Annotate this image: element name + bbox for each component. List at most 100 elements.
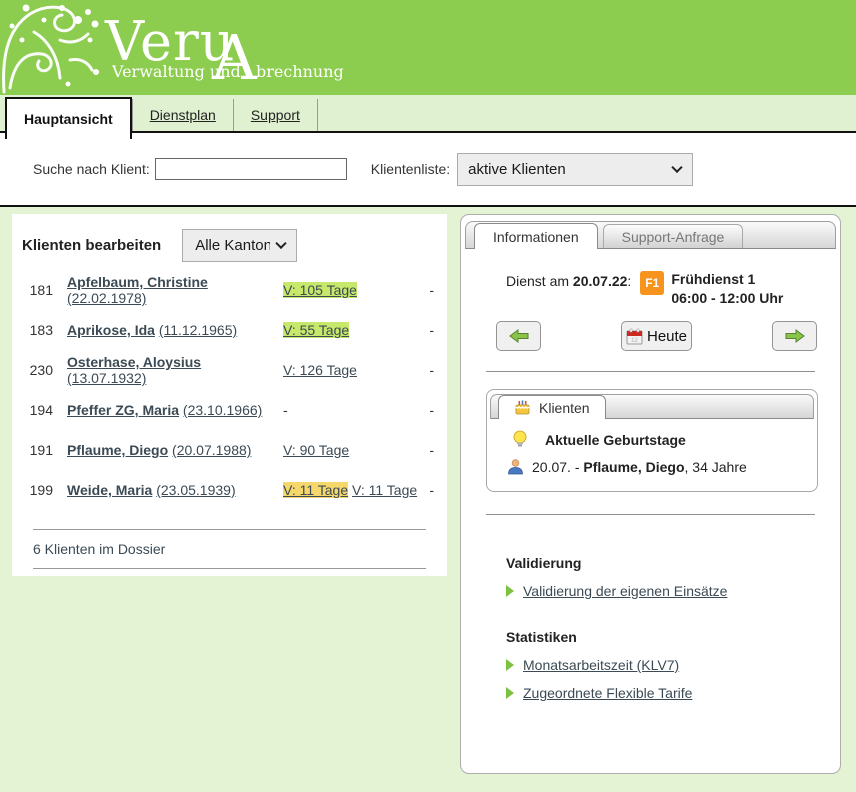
table-row: 199 Weide, Maria (23.05.1939) V: 11 Tage… bbox=[12, 470, 447, 510]
vacation-days-link[interactable]: V: 11 Tage bbox=[283, 482, 348, 498]
shift-name: Frühdienst 1 bbox=[671, 270, 783, 289]
table-row: 183 Aprikose, Ida (11.12.1965) V: 55 Tag… bbox=[12, 310, 447, 350]
table-row: 191 Pflaume, Diego (20.07.1988) V: 90 Ta… bbox=[12, 430, 447, 470]
statistics-link-row: Zugeordnete Flexible Tarife bbox=[506, 685, 692, 701]
today-button[interactable]: 12 Heute bbox=[621, 321, 692, 351]
client-id: 194 bbox=[12, 402, 53, 418]
info-panel: Informationen Support-Anfrage Dienst am … bbox=[460, 214, 841, 774]
client-dob-link[interactable]: (11.12.1965) bbox=[159, 322, 237, 338]
validation-link[interactable]: Validierung der eigenen Einsätze bbox=[523, 583, 727, 599]
table-row: 194 Pfeffer ZG, Maria (23.10.1966) - - bbox=[12, 390, 447, 430]
logo-subtitle-right: brechnung bbox=[256, 62, 344, 81]
validation-title: Validierung bbox=[506, 555, 727, 571]
tab-hauptansicht[interactable]: Hauptansicht bbox=[5, 97, 132, 139]
divider bbox=[486, 371, 815, 372]
client-list-select[interactable]: aktive Klienten bbox=[457, 153, 693, 186]
client-dob-link[interactable]: (23.10.1966) bbox=[183, 402, 262, 418]
client-list: 181 Apfelbaum, Christine (22.02.1978) V:… bbox=[12, 270, 447, 510]
shift-badge: F1 bbox=[640, 271, 664, 295]
client-dob-link[interactable]: (13.07.1932) bbox=[67, 370, 146, 386]
duty-date: 20.07.22 bbox=[573, 273, 628, 289]
client-dob-link[interactable]: (23.05.1939) bbox=[156, 482, 235, 498]
logo-letter-a: A bbox=[212, 21, 257, 94]
client-name-link[interactable]: Osterhase, Aloysius bbox=[67, 354, 201, 370]
tab-label: Hauptansicht bbox=[24, 111, 113, 127]
vacation-days-link[interactable]: V: 55 Tage bbox=[283, 322, 349, 338]
tab-label: Dienstplan bbox=[150, 107, 216, 123]
duty-label: Dienst am bbox=[506, 273, 569, 289]
main-tab-bar: Hauptansicht Dienstplan Support bbox=[0, 95, 856, 133]
tab-support-anfrage[interactable]: Support-Anfrage bbox=[603, 224, 744, 248]
client-right-value: - bbox=[425, 322, 447, 338]
content-area: Klienten bearbeiten Alle Kantone 181 Apf… bbox=[0, 207, 856, 792]
arrow-right-icon bbox=[785, 329, 805, 343]
client-id: 191 bbox=[12, 442, 53, 458]
statistics-section: Statistiken Monatsarbeitszeit (KLV7) Zug… bbox=[506, 629, 692, 701]
triangle-bullet-icon bbox=[506, 659, 514, 671]
duty-info-row: Dienst am 20.07.22: F1 Frühdienst 1 06:0… bbox=[506, 270, 783, 308]
arrow-left-icon bbox=[509, 329, 529, 343]
birthdays-title-row: Aktuelle Geburtstage bbox=[512, 430, 686, 449]
client-id: 183 bbox=[12, 322, 53, 338]
tab-informationen[interactable]: Informationen bbox=[474, 223, 598, 249]
flexible-tariffs-link[interactable]: Zugeordnete Flexible Tarife bbox=[523, 685, 692, 701]
client-right-value: - bbox=[425, 402, 447, 418]
client-list-label: Klientenliste: bbox=[371, 161, 450, 177]
client-dob-link[interactable]: (22.02.1978) bbox=[67, 290, 146, 306]
client-name-link[interactable]: Aprikose, Ida bbox=[67, 322, 155, 338]
vacation-days-empty: - bbox=[283, 402, 425, 418]
tab-label: Informationen bbox=[493, 229, 579, 245]
tab-label: Klienten bbox=[539, 400, 590, 416]
person-icon bbox=[507, 458, 524, 475]
tab-label: Support bbox=[251, 107, 300, 123]
tab-label: Support-Anfrage bbox=[622, 229, 725, 245]
birthday-age: , 34 Jahre bbox=[685, 459, 747, 475]
calendar-icon: 12 bbox=[626, 328, 643, 345]
client-id: 199 bbox=[12, 482, 53, 498]
client-dob-link[interactable]: (20.07.1988) bbox=[172, 442, 251, 458]
statistics-link-row: Monatsarbeitszeit (KLV7) bbox=[506, 657, 692, 673]
monthly-hours-link[interactable]: Monatsarbeitszeit (KLV7) bbox=[523, 657, 679, 673]
canton-filter-select[interactable]: Alle Kantone bbox=[182, 229, 297, 262]
next-day-button[interactable] bbox=[772, 321, 817, 351]
client-name-link[interactable]: Pfeffer ZG, Maria bbox=[67, 402, 179, 418]
search-input[interactable] bbox=[155, 158, 347, 180]
floral-ornament bbox=[0, 0, 105, 95]
client-count: 6 Klienten im Dossier bbox=[12, 530, 447, 568]
clients-panel-header: Klienten bearbeiten Alle Kantone bbox=[12, 214, 447, 262]
tab-klienten[interactable]: Klienten bbox=[498, 395, 606, 419]
client-name-link[interactable]: Weide, Maria bbox=[67, 482, 152, 498]
vacation-days-link[interactable]: V: 105 Tage bbox=[283, 282, 357, 298]
cake-icon bbox=[514, 400, 531, 415]
client-id: 181 bbox=[12, 282, 53, 298]
client-name-link[interactable]: Apfelbaum, Christine bbox=[67, 274, 208, 290]
statistics-title: Statistiken bbox=[506, 629, 692, 645]
shift-time: 06:00 - 12:00 Uhr bbox=[671, 289, 783, 308]
divider bbox=[33, 568, 426, 569]
vacation-days-link[interactable]: V: 126 Tage bbox=[283, 362, 357, 378]
search-band: Suche nach Klient: Klientenliste: aktive… bbox=[0, 133, 856, 207]
birthday-date: 20.07. - bbox=[532, 459, 583, 475]
search-label: Suche nach Klient: bbox=[33, 161, 150, 177]
previous-day-button[interactable] bbox=[496, 321, 541, 351]
birthday-name: Pflaume, Diego bbox=[583, 459, 684, 475]
birthdays-tab-bar: Klienten bbox=[490, 394, 814, 419]
today-button-label: Heute bbox=[647, 328, 687, 345]
info-tab-bar: Informationen Support-Anfrage bbox=[465, 221, 836, 249]
tab-support[interactable]: Support bbox=[233, 99, 318, 131]
clients-panel-title: Klienten bearbeiten bbox=[22, 237, 161, 254]
validation-link-row: Validierung der eigenen Einsätze bbox=[506, 583, 727, 599]
client-right-value: - bbox=[425, 442, 447, 458]
date-nav-row: 12 Heute bbox=[461, 320, 840, 352]
divider bbox=[486, 514, 815, 515]
client-right-value: - bbox=[425, 362, 447, 378]
vacation-days-link[interactable]: V: 90 Tage bbox=[283, 442, 349, 458]
lightbulb-icon bbox=[512, 430, 528, 449]
birthdays-title: Aktuelle Geburtstage bbox=[545, 432, 686, 448]
vacation-days-link-2[interactable]: V: 11 Tage bbox=[352, 482, 417, 498]
tab-dienstplan[interactable]: Dienstplan bbox=[132, 99, 233, 131]
clients-panel: Klienten bearbeiten Alle Kantone 181 Apf… bbox=[12, 214, 447, 576]
logo-subtitle-left: Verwaltung und bbox=[112, 62, 241, 81]
table-row: 230 Osterhase, Aloysius (13.07.1932) V: … bbox=[12, 350, 447, 390]
client-name-link[interactable]: Pflaume, Diego bbox=[67, 442, 168, 458]
